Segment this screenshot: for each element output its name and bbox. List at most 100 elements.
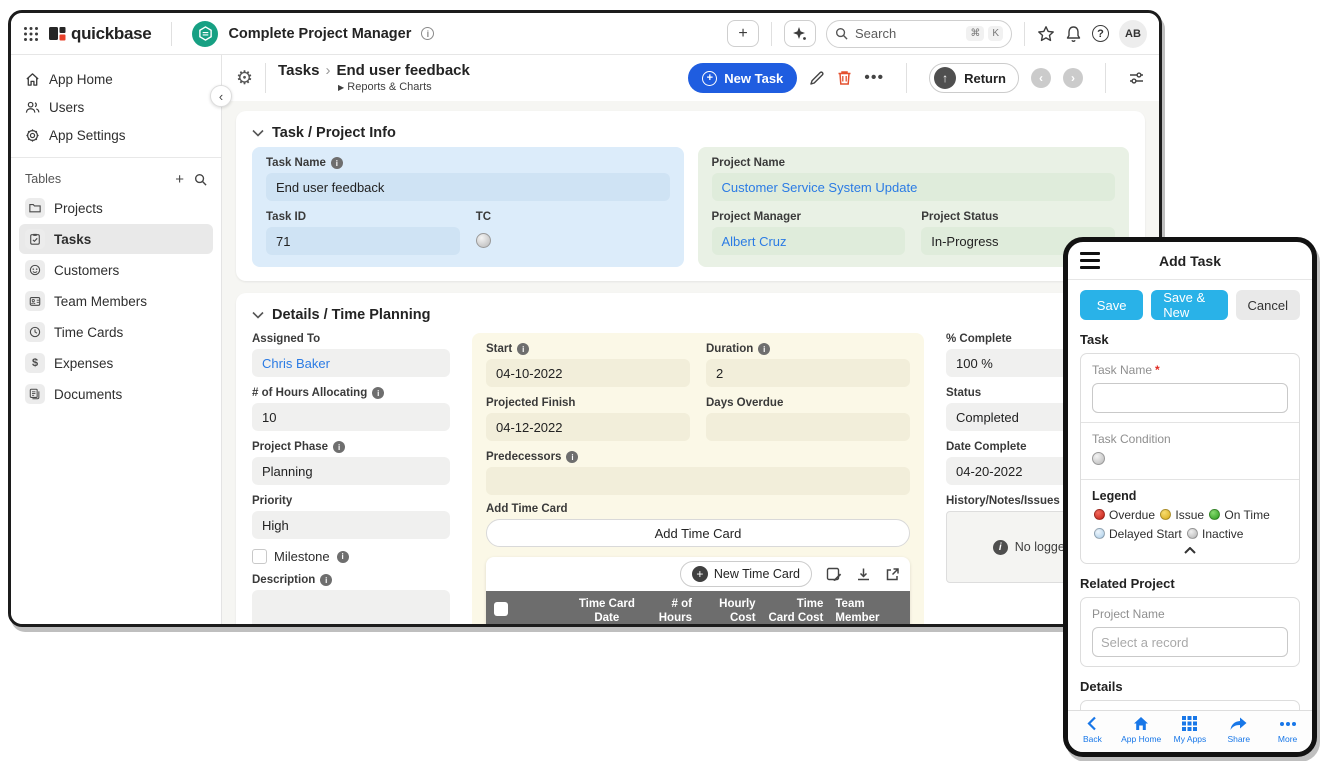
project-name-field[interactable]: Customer Service System Update: [712, 173, 1116, 201]
projected-finish-field[interactable]: 04-12-2022: [486, 413, 690, 441]
column-header[interactable]: # of Hours: [651, 591, 698, 624]
sidebar-item-app-settings[interactable]: App Settings: [11, 121, 221, 149]
required-asterisk: *: [1155, 363, 1160, 377]
save-button[interactable]: Save: [1080, 290, 1143, 320]
sidebar-item-users[interactable]: Users: [11, 93, 221, 121]
predecessors-field[interactable]: [486, 467, 910, 495]
column-header[interactable]: Hourly Cost: [698, 591, 762, 624]
return-arrow-icon: ↑: [934, 67, 956, 89]
info-icon[interactable]: i: [331, 157, 343, 169]
ai-sparkle-button[interactable]: [784, 20, 816, 47]
more-actions-icon[interactable]: •••: [864, 69, 884, 87]
display-settings-icon[interactable]: [1128, 70, 1145, 86]
project-phase-field[interactable]: Planning: [252, 457, 450, 485]
add-table-icon[interactable]: +: [175, 171, 184, 188]
sidebar-item-customers[interactable]: Customers: [19, 255, 213, 285]
delete-trash-icon[interactable]: [837, 70, 852, 86]
nav-more-button[interactable]: More: [1265, 715, 1311, 744]
grid-edit-icon[interactable]: [826, 566, 842, 582]
milestone-checkbox[interactable]: [252, 549, 267, 564]
column-header[interactable]: Team Member: [829, 591, 910, 624]
info-icon[interactable]: i: [758, 343, 770, 355]
new-task-button[interactable]: + New Task: [688, 63, 797, 93]
download-icon[interactable]: [856, 567, 871, 582]
project-manager-link[interactable]: Albert Cruz: [722, 234, 787, 249]
priority-field[interactable]: High: [252, 511, 450, 539]
return-button[interactable]: ↑ Return: [929, 63, 1019, 93]
section-title: Details / Time Planning: [272, 307, 430, 323]
main-app-window: quickbase Complete Project Manager i + S…: [8, 10, 1162, 627]
related-project-section-header: Related Project: [1080, 576, 1300, 591]
previous-record-button[interactable]: ‹: [1031, 68, 1051, 88]
quickbase-logo[interactable]: quickbase: [49, 24, 151, 44]
collapse-caret-icon[interactable]: [1092, 547, 1288, 554]
app-grid-icon[interactable]: [23, 26, 39, 42]
breadcrumb-parent[interactable]: Tasks: [278, 63, 319, 80]
sidebar-item-projects[interactable]: Projects: [19, 193, 213, 223]
sidebar-item-documents[interactable]: Documents: [19, 379, 213, 409]
description-field[interactable]: [252, 590, 450, 624]
nav-share-button[interactable]: Share: [1216, 715, 1262, 744]
sidebar-collapse-button[interactable]: ‹: [210, 85, 232, 107]
sidebar-item-tasks[interactable]: Tasks: [19, 224, 213, 254]
mobile-bottom-nav: Back App Home My Apps Share More: [1068, 710, 1312, 752]
info-icon[interactable]: i: [333, 441, 345, 453]
info-icon[interactable]: i: [566, 451, 578, 463]
next-record-button[interactable]: ›: [1063, 68, 1083, 88]
task-name-field[interactable]: End user feedback: [266, 173, 670, 201]
info-icon[interactable]: i: [337, 551, 349, 563]
cancel-button[interactable]: Cancel: [1236, 290, 1300, 320]
new-time-card-button[interactable]: + New Time Card: [680, 561, 812, 587]
collapse-chevron-icon[interactable]: [252, 311, 264, 319]
add-time-card-button[interactable]: Add Time Card: [486, 519, 910, 547]
collapse-chevron-icon[interactable]: [252, 129, 264, 137]
open-external-icon[interactable]: [885, 567, 900, 582]
hours-allocating-field[interactable]: 10: [252, 403, 450, 431]
days-overdue-field[interactable]: [706, 413, 910, 441]
notifications-bell-icon[interactable]: [1065, 25, 1082, 43]
edit-pencil-icon[interactable]: [809, 70, 825, 86]
column-header[interactable]: Time Card Date: [562, 591, 651, 624]
help-icon[interactable]: ?: [1092, 25, 1109, 42]
favorites-star-icon[interactable]: [1037, 25, 1055, 43]
user-avatar[interactable]: AB: [1119, 20, 1147, 48]
sidebar-item-team-members[interactable]: Team Members: [19, 286, 213, 316]
start-date-field[interactable]: 04-10-2022: [486, 359, 690, 387]
task-name-input[interactable]: [1092, 383, 1288, 413]
add-button[interactable]: +: [727, 20, 759, 47]
task-id-field[interactable]: 71: [266, 227, 460, 255]
project-manager-field[interactable]: Albert Cruz: [712, 227, 906, 255]
nav-back-button[interactable]: Back: [1069, 715, 1115, 744]
nav-app-home-button[interactable]: App Home: [1118, 715, 1164, 744]
sidebar-item-time-cards[interactable]: Time Cards: [19, 317, 213, 347]
column-header[interactable]: Time Card Cost: [762, 591, 830, 624]
select-all-checkbox[interactable]: [494, 602, 508, 616]
reports-charts-link[interactable]: ▶ Reports & Charts: [278, 81, 470, 93]
duration-field[interactable]: 2: [706, 359, 910, 387]
save-and-new-button[interactable]: Save & New: [1151, 290, 1227, 320]
assigned-to-field[interactable]: Chris Baker: [252, 349, 450, 377]
users-icon: [25, 100, 40, 115]
table-search-icon[interactable]: [194, 173, 207, 186]
plus-icon: +: [692, 566, 708, 582]
sidebar-item-label: Tasks: [54, 232, 91, 247]
sidebar-item-expenses[interactable]: $ Expenses: [19, 348, 213, 378]
assigned-to-link[interactable]: Chris Baker: [262, 356, 330, 371]
legend: Overdue Issue On Time Delayed Start Inac…: [1092, 506, 1288, 543]
page-settings-gear-icon[interactable]: ⚙: [236, 67, 253, 90]
info-icon[interactable]: i: [372, 387, 384, 399]
menu-hamburger-icon[interactable]: [1080, 252, 1100, 269]
gear-icon: [25, 128, 40, 143]
sidebar-item-app-home[interactable]: App Home: [11, 65, 221, 93]
nav-my-apps-button[interactable]: My Apps: [1167, 715, 1213, 744]
app-info-icon[interactable]: i: [421, 27, 434, 40]
divider: [906, 63, 907, 93]
on-time-dot: [1209, 509, 1220, 520]
project-name-link[interactable]: Customer Service System Update: [722, 180, 918, 195]
info-icon[interactable]: i: [320, 574, 332, 586]
project-name-select[interactable]: Select a record: [1092, 627, 1288, 657]
grid-icon: [1182, 715, 1197, 732]
app-icon[interactable]: [192, 21, 218, 47]
search-input[interactable]: Search ⌘ K: [826, 20, 1012, 48]
info-icon[interactable]: i: [517, 343, 529, 355]
